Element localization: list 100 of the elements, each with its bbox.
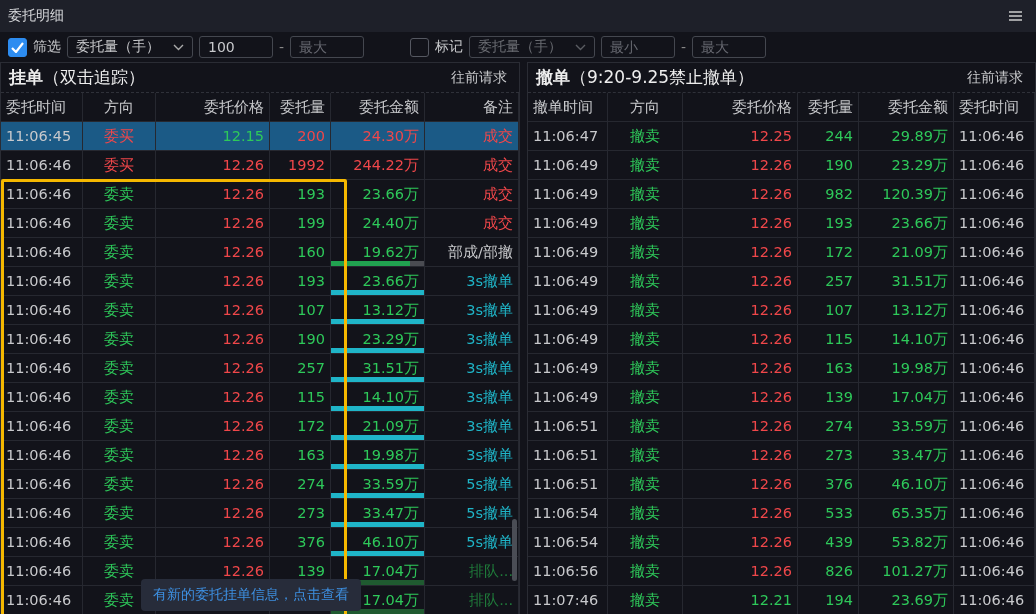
order-row[interactable]: 11:06:46 委卖 12.26 190 23.29万 3s撤单 (1, 325, 519, 354)
time-cell: 11:06:49 (528, 238, 608, 266)
time-cell: 11:06:46 (1, 528, 83, 556)
column-header: 委托金额 (331, 93, 425, 121)
quantity-cell: 139 (798, 383, 859, 411)
amount-cell: 24.30万 (331, 122, 425, 150)
order-row[interactable]: 11:06:46 委卖 12.26 193 23.66万 成交 (1, 180, 519, 209)
max-input[interactable]: 最大 (692, 36, 767, 58)
order-row[interactable]: 11:06:46 委买 12.26 1992 244.22万 成交 (1, 151, 519, 180)
field-dropdown[interactable]: 委托量（手） (67, 36, 193, 58)
load-earlier-link[interactable]: 往前请求 (967, 68, 1023, 87)
order-row[interactable]: 11:06:46 委卖 12.26 172 21.09万 3s撤单 (1, 412, 519, 441)
note-text: 3s撤单 (466, 416, 513, 436)
time-cell: 11:06:46 (954, 441, 1035, 469)
side-cell: 撤卖 (608, 267, 683, 295)
time-cell: 11:06:46 (954, 238, 1035, 266)
note-text: 3s撤单 (466, 329, 513, 349)
order-row[interactable]: 11:06:46 委卖 12.26 199 24.40万 成交 (1, 209, 519, 238)
side-cell: 撤卖 (608, 122, 683, 150)
time-cell: 11:06:54 (528, 528, 608, 556)
quantity-cell: 163 (798, 354, 859, 382)
checkbox[interactable] (410, 37, 430, 57)
time-cell: 11:06:46 (1, 151, 83, 179)
note-text: 5s撤单 (466, 474, 513, 494)
order-row[interactable]: 11:06:46 委卖 12.26 115 14.10万 3s撤单 (1, 383, 519, 412)
checkbox[interactable] (8, 37, 27, 57)
quantity-cell: 257 (798, 267, 859, 295)
amount-cell: 23.29万 (859, 151, 954, 179)
time-cell: 11:06:46 (1, 557, 83, 585)
side-cell: 撤卖 (608, 499, 683, 527)
side-cell: 委卖 (83, 441, 156, 469)
scrollbar[interactable] (512, 519, 517, 581)
price-cell: 12.26 (156, 267, 270, 295)
order-row[interactable]: 11:06:46 委卖 12.26 274 33.59万 5s撤单 (1, 470, 519, 499)
amount-cell: 23.66万 (859, 209, 954, 237)
time-cell: 11:06:46 (954, 354, 1035, 382)
time-cell: 11:07:46 (528, 586, 608, 614)
price-cell: 12.26 (683, 383, 798, 411)
side-cell: 撤卖 (608, 151, 683, 179)
amount-cell: 19.98万 (331, 441, 425, 469)
amount-cell: 46.10万 (859, 470, 954, 498)
price-cell: 12.21 (683, 586, 798, 614)
side-cell: 撤卖 (608, 354, 683, 382)
order-row[interactable]: 11:06:46 委卖 12.26 107 13.12万 3s撤单 (1, 296, 519, 325)
column-header: 委托价格 (683, 93, 798, 121)
panel-title: 撤单（9:20-9.25禁止撤单） (536, 66, 755, 89)
price-cell: 12.26 (683, 557, 798, 585)
panel-title: 挂单（双击追踪） (9, 66, 145, 89)
min-input[interactable]: 最小 (601, 36, 676, 58)
new-orders-toast[interactable]: 有新的委托挂单信息，点击查看 (141, 579, 361, 611)
time-cell: 11:06:46 (1, 325, 83, 353)
order-row[interactable]: 11:06:46 委卖 12.26 163 19.98万 3s撤单 (1, 441, 519, 470)
time-cell: 11:06:46 (954, 267, 1035, 295)
column-header: 方向 (83, 93, 156, 121)
side-cell: 撤卖 (608, 441, 683, 469)
column-header: 委托金额 (859, 93, 954, 121)
min-input[interactable]: 100 (199, 36, 273, 58)
amount-cell: 23.29万 (331, 325, 425, 353)
load-earlier-link[interactable]: 往前请求 (451, 68, 507, 87)
column-header: 委托价格 (156, 93, 270, 121)
menu-icon[interactable] (1009, 11, 1022, 21)
time-cell: 11:06:46 (954, 586, 1035, 614)
side-cell: 委卖 (83, 470, 156, 498)
order-row[interactable]: 11:06:46 委卖 12.26 273 33.47万 5s撤单 (1, 499, 519, 528)
amount-cell: 120.39万 (859, 180, 954, 208)
side-cell: 委卖 (83, 528, 156, 556)
max-input[interactable]: 最大 (290, 36, 365, 58)
amount-cell: 53.82万 (859, 528, 954, 556)
column-header: 委托量 (270, 93, 331, 121)
time-cell: 11:06:46 (954, 122, 1035, 150)
side-cell: 撤卖 (608, 325, 683, 353)
time-cell: 11:06:51 (528, 470, 608, 498)
note-text: 5s撤单 (466, 503, 513, 523)
price-cell: 12.26 (683, 238, 798, 266)
order-row[interactable]: 11:06:46 委卖 12.26 257 31.51万 3s撤单 (1, 354, 519, 383)
time-cell: 11:06:46 (1, 209, 83, 237)
quantity-cell: 190 (798, 151, 859, 179)
order-row[interactable]: 11:06:46 委卖 12.26 193 23.66万 3s撤单 (1, 267, 519, 296)
price-cell: 12.26 (156, 441, 270, 469)
time-cell: 11:06:46 (954, 470, 1035, 498)
time-cell: 11:06:46 (954, 180, 1035, 208)
side-cell: 撤卖 (608, 557, 683, 585)
amount-cell: 244.22万 (331, 151, 425, 179)
price-cell: 12.15 (156, 122, 270, 150)
amount-cell: 31.51万 (859, 267, 954, 295)
time-cell: 11:06:46 (954, 412, 1035, 440)
amount-cell: 65.35万 (859, 499, 954, 527)
price-cell: 12.26 (683, 180, 798, 208)
order-row[interactable]: 11:06:46 委卖 12.26 160 19.62万 部成/部撤 (1, 238, 519, 267)
quantity-cell: 273 (798, 441, 859, 469)
time-cell: 11:06:46 (1, 238, 83, 266)
side-cell: 委卖 (83, 296, 156, 324)
amount-cell: 33.47万 (859, 441, 954, 469)
amount-cell: 17.04万 (859, 383, 954, 411)
price-cell: 12.26 (156, 238, 270, 266)
amount-cell: 14.10万 (859, 325, 954, 353)
column-header: 委托量 (798, 93, 859, 121)
side-cell: 委卖 (83, 499, 156, 527)
note-text: 排队... (469, 590, 513, 610)
order-row[interactable]: 11:06:45 委买 12.15 200 24.30万 成交 (1, 122, 519, 151)
